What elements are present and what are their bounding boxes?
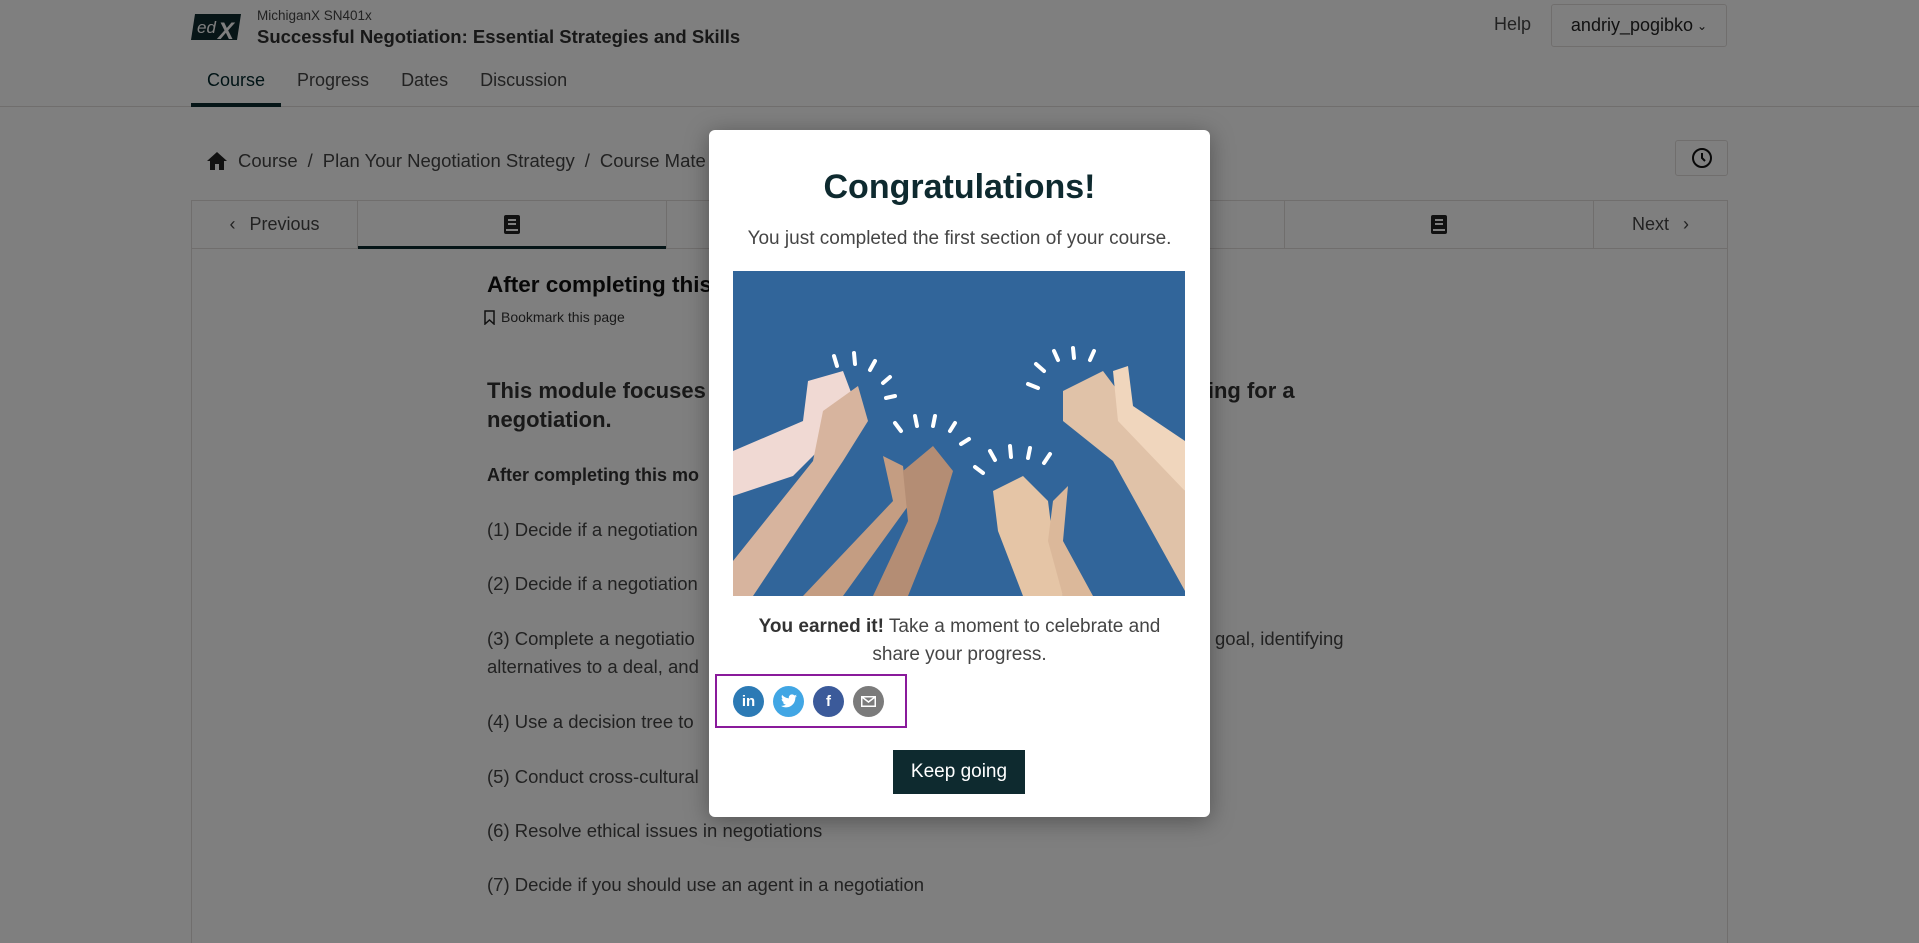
twitter-share-button[interactable] [773,685,804,717]
facebook-icon: f [826,692,831,710]
share-message-text: Take a moment to celebrate and share you… [872,616,1161,665]
facebook-share-button[interactable]: f [813,685,844,717]
social-share-group: in f [715,674,907,728]
linkedin-share-button[interactable]: in [733,685,764,717]
share-message: You earned it! Take a moment to celebrat… [749,613,1170,669]
modal-title: Congratulations! [823,168,1096,206]
linkedin-icon: in [741,692,756,710]
celebration-modal: Congratulations! You just completed the … [709,130,1210,817]
email-share-button[interactable] [853,685,884,717]
modal-subtitle: You just completed the first section of … [747,228,1172,249]
clapping-hands-illustration [733,271,1185,596]
share-message-bold: You earned it! [758,616,884,637]
keep-going-button[interactable]: Keep going [893,750,1025,794]
email-icon [861,695,876,707]
twitter-icon [780,694,797,708]
